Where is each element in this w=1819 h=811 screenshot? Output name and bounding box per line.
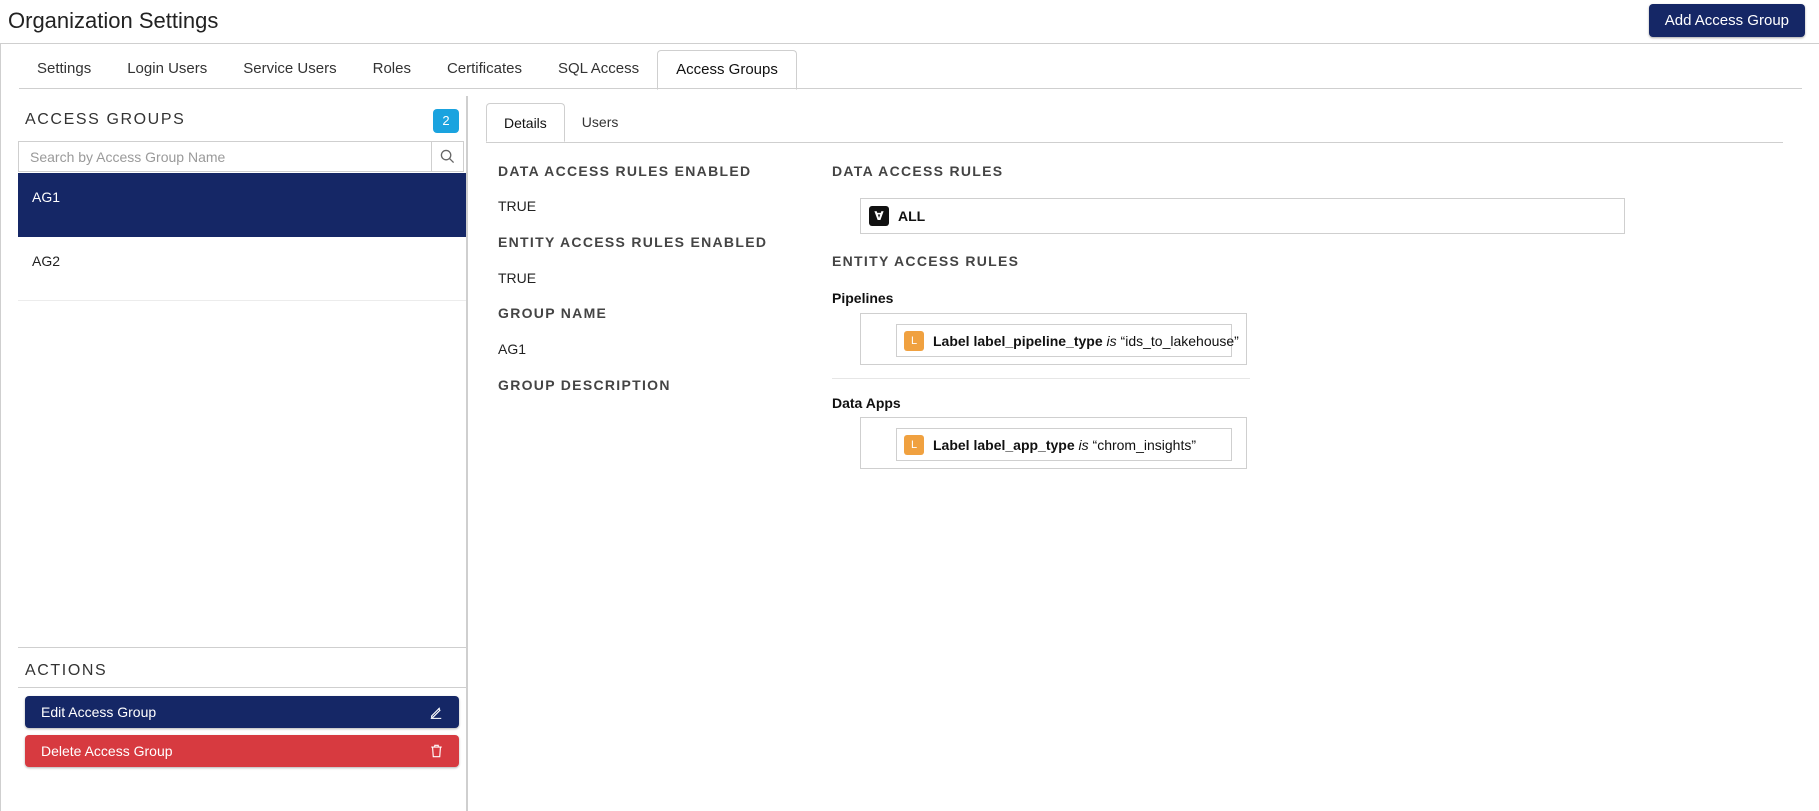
label-chip-icon: L xyxy=(904,434,924,455)
access-groups-heading: ACCESS GROUPS xyxy=(25,111,186,128)
tabs-divider xyxy=(19,88,1802,89)
delete-access-group-label: Delete Access Group xyxy=(41,743,173,759)
tab-sql-access[interactable]: SQL Access xyxy=(540,50,657,88)
access-group-search xyxy=(18,141,464,172)
data-access-rules-heading: DATA ACCESS RULES xyxy=(832,163,1004,179)
edit-access-group-button[interactable]: Edit Access Group xyxy=(25,696,459,728)
access-group-search-input[interactable] xyxy=(19,142,432,171)
group-description-label: GROUP DESCRIPTION xyxy=(498,377,671,393)
tab-service-users[interactable]: Service Users xyxy=(225,50,354,88)
rule-value: “chrom_insights” xyxy=(1092,436,1197,453)
rule-key: label_app_type xyxy=(973,436,1075,453)
rule-kind: Label xyxy=(933,436,970,453)
data-access-rule-all: ∀ ALL xyxy=(860,198,1625,234)
entity-group-data-apps-label: Data Apps xyxy=(832,395,901,411)
header-divider xyxy=(0,43,1819,44)
data-access-rule-value: ALL xyxy=(898,208,926,224)
tab-access-groups[interactable]: Access Groups xyxy=(657,50,797,90)
entity-group-pipelines-label: Pipelines xyxy=(832,290,894,306)
group-name-label: GROUP NAME xyxy=(498,305,608,321)
panel-divider xyxy=(466,96,468,811)
label-chip-icon: L xyxy=(904,330,924,351)
rule-value: “ids_to_lakehouse” xyxy=(1120,332,1239,349)
access-group-list: AG1 AG2 xyxy=(18,173,466,301)
add-access-group-button[interactable]: Add Access Group xyxy=(1648,4,1805,37)
search-button[interactable] xyxy=(431,142,463,171)
entity-group-divider xyxy=(832,378,1250,379)
edit-access-group-label: Edit Access Group xyxy=(41,704,157,720)
detail-tabs-divider xyxy=(486,142,1783,143)
rule-kind: Label xyxy=(933,332,970,349)
entity-access-enabled-label: ENTITY ACCESS RULES ENABLED xyxy=(498,234,768,250)
access-group-item-label: AG2 xyxy=(32,253,61,269)
search-icon xyxy=(440,149,455,164)
tab-details[interactable]: Details xyxy=(486,103,565,142)
actions-heading: ACTIONS xyxy=(25,662,108,679)
tab-login-users[interactable]: Login Users xyxy=(109,50,225,88)
entity-rule-pipelines: L Label label_pipeline_type is “ids_to_l… xyxy=(860,313,1247,365)
for-all-icon: ∀ xyxy=(869,206,889,226)
access-groups-count-badge: 2 xyxy=(433,109,459,133)
entity-rule-item: L Label label_app_type is “chrom_insight… xyxy=(896,428,1232,461)
entity-access-enabled-value: TRUE xyxy=(498,270,537,286)
page-title: Organization Settings xyxy=(8,8,219,33)
group-name-value: AG1 xyxy=(498,341,527,357)
tab-roles[interactable]: Roles xyxy=(355,50,429,88)
data-access-enabled-value: TRUE xyxy=(498,198,537,214)
entity-rule-data-apps: L Label label_app_type is “chrom_insight… xyxy=(860,417,1247,469)
data-access-enabled-label: DATA ACCESS RULES ENABLED xyxy=(498,163,752,179)
pencil-icon xyxy=(430,707,442,719)
detail-tabs: Details Users xyxy=(486,103,635,142)
access-group-item-ag2[interactable]: AG2 xyxy=(18,237,466,301)
entity-rule-item: L Label label_pipeline_type is “ids_to_l… xyxy=(896,324,1239,357)
tab-certificates[interactable]: Certificates xyxy=(429,50,540,88)
access-group-item-ag1[interactable]: AG1 xyxy=(18,173,466,237)
delete-access-group-button[interactable]: Delete Access Group xyxy=(25,735,459,767)
rule-operator: is xyxy=(1106,332,1117,349)
actions-divider xyxy=(18,647,466,648)
tab-users[interactable]: Users xyxy=(565,103,636,142)
rule-operator: is xyxy=(1078,436,1089,453)
tab-settings[interactable]: Settings xyxy=(19,50,109,88)
actions-heading-divider xyxy=(18,687,466,688)
rule-key: label_pipeline_type xyxy=(973,332,1103,349)
access-group-item-label: AG1 xyxy=(32,189,61,205)
entity-access-rules-heading: ENTITY ACCESS RULES xyxy=(832,253,1020,269)
page-left-border xyxy=(0,43,1,811)
trash-icon xyxy=(431,744,442,758)
settings-tabs: Settings Login Users Service Users Roles… xyxy=(19,50,797,90)
